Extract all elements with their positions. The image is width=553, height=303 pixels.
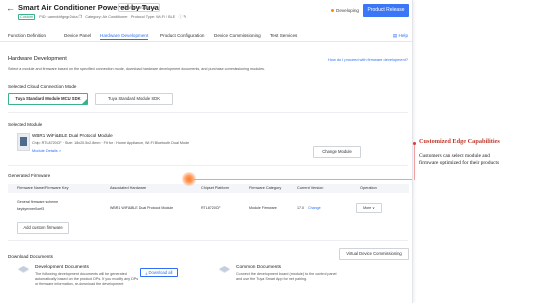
selected-corner-icon	[82, 99, 87, 104]
annotation-pin-icon	[413, 142, 416, 145]
cloud-mode-title: Selected Cloud Connection Mode	[8, 84, 77, 89]
back-arrow-icon[interactable]: ←	[6, 3, 15, 13]
common-doc-desc: Connect the development board (module) t…	[236, 272, 337, 276]
annotation-body: Customers can select module and firmware…	[419, 153, 499, 167]
product-header: ← Smart Air Conditioner Powered by Tuya …	[0, 0, 412, 22]
more-dropdown[interactable]: More ∨	[356, 203, 382, 213]
firmware-guide-link[interactable]: How do I proceed with firmware developme…	[328, 57, 408, 62]
download-icon: ⤓	[145, 270, 148, 275]
common-doc-desc: and use the Tuya Smart App for net pairi…	[236, 277, 308, 281]
product-release-button[interactable]: Product Release	[363, 4, 409, 17]
firmware-key: keykyevner0oef3	[17, 207, 45, 211]
annotation-line: Customers can select module and	[419, 153, 490, 159]
dev-doc-desc: or firmware information, re-download the…	[35, 282, 124, 286]
protocol-text: Protocol Type: Wi-Fi / BLE	[130, 15, 176, 19]
tab-test-services[interactable]: Test Services	[270, 33, 297, 38]
module-image	[17, 133, 30, 151]
col-operation: Operation	[360, 186, 377, 190]
custom-badge: Custom	[18, 14, 36, 20]
product-meta: Custom PID: uamxkhfgngr2cka ❐ Category: …	[18, 14, 186, 20]
firmware-category: Module Firmware	[249, 206, 277, 210]
module-sdk-option[interactable]: Tuya Standard Module SDK	[95, 93, 173, 105]
annotation-line: firmware optimized for their products	[419, 160, 500, 166]
change-product-button[interactable]: Change product ∨	[118, 3, 161, 12]
chipset-platform: RTL8720CF	[201, 206, 221, 210]
status-text: Developing	[336, 8, 359, 13]
generated-firmware-title: Generated Firmware	[8, 173, 51, 178]
divider	[8, 112, 408, 113]
annotation-hotspot	[182, 172, 196, 186]
change-version-link[interactable]: Change	[308, 206, 321, 210]
hardware-title: Hardware Development	[8, 56, 67, 62]
dev-doc-desc: The following development documents will…	[35, 272, 127, 276]
col-current-version: Current Version	[297, 186, 324, 190]
edit-icon[interactable]: ✎	[183, 15, 186, 19]
download-documents-title: Download Documents	[8, 254, 53, 259]
help-icon: ▤	[392, 33, 398, 38]
tab-bar: Function Definition Device Panel Hardwar…	[0, 31, 412, 42]
virtual-commissioning-button[interactable]: Virtual Device Commissioning	[339, 248, 409, 260]
product-page-screenshot: ← Smart Air Conditioner Powered by Tuya …	[0, 0, 413, 303]
copy-icon[interactable]: ❐	[79, 15, 82, 19]
document-stack-icon	[18, 266, 29, 273]
common-documents-title: Common Documents	[236, 265, 282, 270]
info-icon: ⓘ	[178, 15, 183, 19]
col-firmware-category: Firmware Category	[249, 186, 282, 190]
download-all-button[interactable]: ⤓ Download all	[140, 268, 178, 277]
annotation-bracket	[414, 143, 415, 180]
associated-hardware: WBR1 WiFi&BLE Dual Protocol Module	[110, 206, 174, 210]
dev-doc-desc: automatically based on the product DPs. …	[35, 277, 139, 281]
tab-device-panel[interactable]: Device Panel	[64, 33, 91, 38]
col-associated-hardware: Associated Hardware	[110, 186, 147, 190]
hardware-subtitle: Select a module and firmware based on th…	[8, 67, 266, 71]
tab-function-definition[interactable]: Function Definition	[8, 33, 46, 38]
development-documents-card: Development Documents The following deve…	[17, 262, 213, 303]
tab-hardware-development[interactable]: Hardware Development	[100, 33, 149, 40]
pid-text: PID: uamxkhfgngr2cka	[39, 15, 78, 19]
add-custom-firmware-button[interactable]: Add custom firmware	[17, 222, 69, 234]
mcu-sdk-option[interactable]: Tuya Standard Module MCU SDK	[8, 93, 88, 105]
status-indicator: Developing	[331, 8, 359, 13]
annotation-connector	[190, 179, 412, 180]
module-specs: Chip: RTL8720CF · Size: 18x20.5x2.8mm · …	[32, 141, 190, 145]
common-documents-card: Common Documents Connect the development…	[218, 262, 412, 303]
selected-module-title: Selected Module	[8, 122, 43, 127]
status-dot-icon	[331, 9, 334, 13]
tab-device-commissioning[interactable]: Device Commissioning	[214, 33, 261, 38]
change-module-button[interactable]: Change Module	[313, 146, 361, 158]
module-details-link[interactable]: Module Details >	[32, 148, 61, 153]
help-link[interactable]: ▤ Help	[393, 33, 408, 39]
development-documents-title: Development Documents	[35, 265, 89, 270]
module-name: WBR1 WiFi&BLE Dual Protocol Module	[32, 133, 113, 138]
tab-product-configuration[interactable]: Product Configuration	[160, 33, 204, 38]
divider	[8, 165, 408, 166]
divider	[8, 240, 408, 241]
annotation-title: Customized Edge Capabilities	[419, 138, 500, 145]
document-stack-icon	[219, 266, 230, 273]
category-text: Category: Air Conditioner	[85, 15, 128, 19]
firmware-name: General firmware scheme	[17, 200, 59, 204]
col-chipset-platform: Chipset Platform	[201, 186, 230, 190]
col-firmware-name: Firmware Name/Firmware Key	[17, 186, 69, 190]
current-version: 17.0	[297, 206, 304, 210]
